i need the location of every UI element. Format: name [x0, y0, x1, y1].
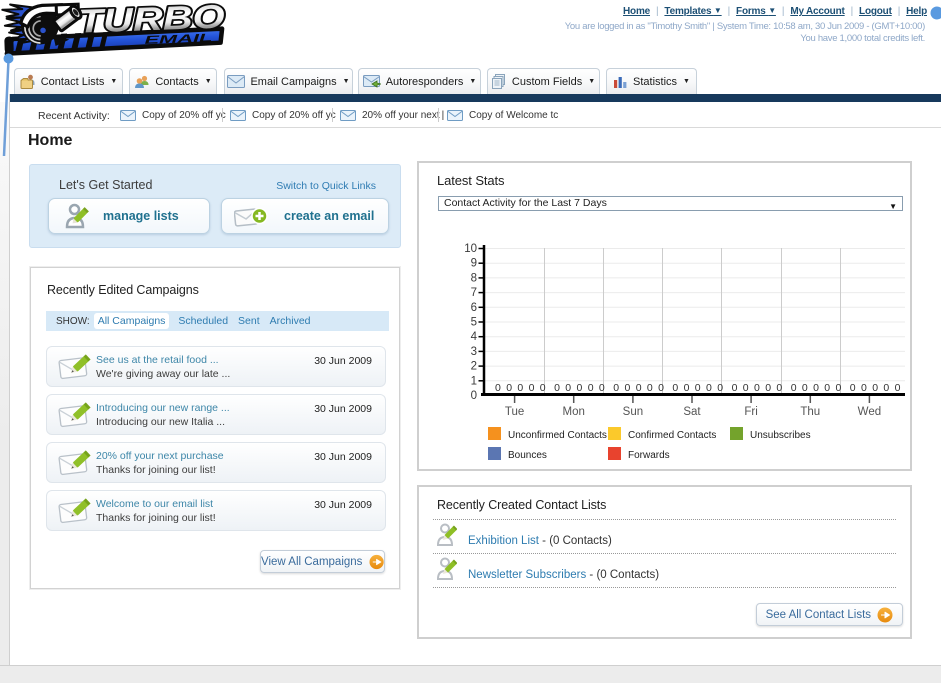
svg-text:0: 0 — [732, 382, 738, 394]
svg-text:0: 0 — [706, 382, 712, 394]
svg-text:0: 0 — [836, 382, 842, 394]
svg-text:0: 0 — [554, 382, 560, 394]
svg-text:0: 0 — [517, 382, 523, 394]
svg-text:3: 3 — [471, 346, 477, 358]
svg-text:0: 0 — [684, 382, 690, 394]
svg-text:0: 0 — [577, 382, 583, 394]
svg-text:0: 0 — [813, 382, 819, 394]
svg-text:Wed: Wed — [858, 406, 881, 418]
svg-text:7: 7 — [471, 287, 477, 299]
svg-text:Thu: Thu — [800, 406, 820, 418]
svg-text:2: 2 — [471, 361, 477, 373]
svg-text:0: 0 — [872, 382, 878, 394]
svg-text:0: 0 — [658, 382, 664, 394]
svg-text:0: 0 — [672, 382, 678, 394]
svg-text:0: 0 — [647, 382, 653, 394]
svg-text:4: 4 — [471, 331, 478, 343]
svg-text:Tue: Tue — [505, 406, 524, 418]
svg-text:0: 0 — [471, 390, 477, 402]
svg-text:0: 0 — [588, 382, 594, 394]
svg-text:0: 0 — [861, 382, 867, 394]
svg-text:0: 0 — [495, 382, 501, 394]
svg-text:0: 0 — [717, 382, 723, 394]
svg-text:0: 0 — [776, 382, 782, 394]
svg-text:Sat: Sat — [683, 406, 701, 418]
svg-text:Fri: Fri — [744, 406, 757, 418]
svg-text:1: 1 — [471, 375, 477, 387]
svg-text:0: 0 — [529, 382, 535, 394]
svg-text:0: 0 — [754, 382, 760, 394]
svg-text:0: 0 — [765, 382, 771, 394]
svg-text:0: 0 — [506, 382, 512, 394]
svg-text:10: 10 — [464, 243, 477, 255]
svg-text:0: 0 — [636, 382, 642, 394]
svg-text:0: 0 — [565, 382, 571, 394]
svg-text:0: 0 — [743, 382, 749, 394]
svg-text:0: 0 — [540, 382, 546, 394]
svg-text:8: 8 — [471, 272, 477, 284]
svg-text:9: 9 — [471, 258, 477, 270]
svg-text:0: 0 — [791, 382, 797, 394]
svg-text:0: 0 — [802, 382, 808, 394]
svg-text:0: 0 — [695, 382, 701, 394]
svg-text:0: 0 — [599, 382, 605, 394]
svg-text:Sun: Sun — [623, 406, 643, 418]
svg-text:0: 0 — [895, 382, 901, 394]
svg-text:6: 6 — [471, 302, 477, 314]
svg-text:Mon: Mon — [563, 406, 585, 418]
svg-text:0: 0 — [625, 382, 631, 394]
svg-text:0: 0 — [613, 382, 619, 394]
svg-text:0: 0 — [883, 382, 889, 394]
svg-text:0: 0 — [850, 382, 856, 394]
svg-text:0: 0 — [824, 382, 830, 394]
svg-text:5: 5 — [471, 317, 477, 329]
